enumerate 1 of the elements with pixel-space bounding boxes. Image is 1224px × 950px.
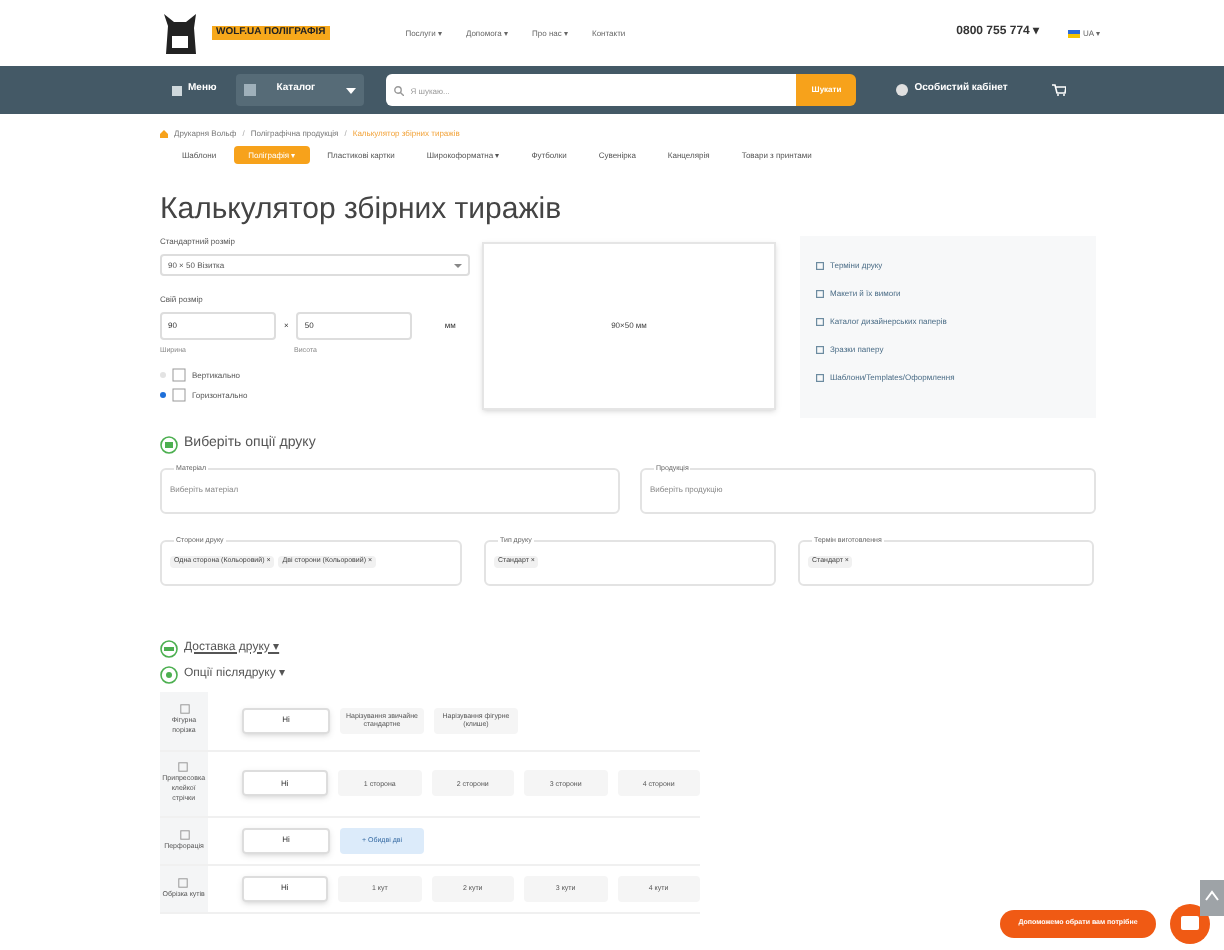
page-title: Калькулятор збірних тиражів — [158, 192, 564, 228]
